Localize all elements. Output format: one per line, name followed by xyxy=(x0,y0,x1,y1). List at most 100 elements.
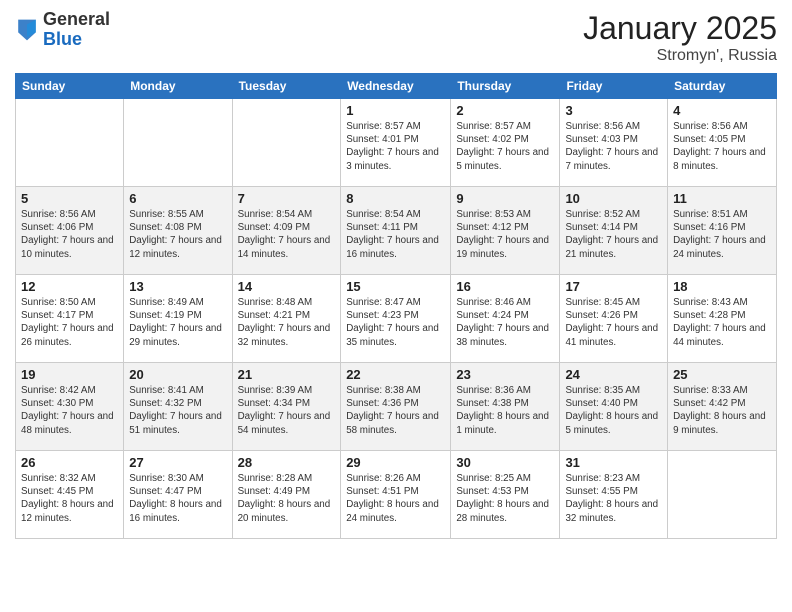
day-info: Sunrise: 8:56 AM Sunset: 4:05 PM Dayligh… xyxy=(673,120,771,173)
header-tuesday: Tuesday xyxy=(232,74,341,99)
day-number: 11 xyxy=(673,191,771,206)
table-cell xyxy=(232,99,341,187)
table-cell: 3 Sunrise: 8:56 AM Sunset: 4:03 PM Daylig… xyxy=(560,99,668,187)
day-number: 12 xyxy=(21,279,118,294)
week-row-4: 19Sunrise: 8:42 AM Sunset: 4:30 PM Dayli… xyxy=(16,363,777,451)
table-cell: 26 Sunrise: 8:32 AM Sunset: 4:45 PM Dayli… xyxy=(16,451,124,539)
table-cell xyxy=(16,99,124,187)
location-subtitle: Stromyn', Russia xyxy=(583,47,777,65)
logo-icon xyxy=(15,16,39,44)
table-cell: 16Sunrise: 8:46 AM Sunset: 4:24 PM Dayli… xyxy=(451,275,560,363)
day-info: Sunrise: 8:50 AM Sunset: 4:17 PM Dayligh… xyxy=(21,296,118,349)
day-info: Sunrise: 8:49 AM Sunset: 4:19 PM Dayligh… xyxy=(129,296,226,349)
table-cell: 17 Sunrise: 8:45 AM Sunset: 4:26 PM Dayli… xyxy=(560,275,668,363)
day-info: Sunrise: 8:23 AM Sunset: 4:55 PM Dayligh… xyxy=(565,472,662,525)
title-block: January 2025 Stromyn', Russia xyxy=(583,10,777,65)
day-number: 27 xyxy=(129,455,226,470)
table-cell: 9 Sunrise: 8:53 AM Sunset: 4:12 PM Daylig… xyxy=(451,187,560,275)
calendar-header-row: Sunday Monday Tuesday Wednesday Thursday… xyxy=(16,74,777,99)
header-monday: Monday xyxy=(124,74,232,99)
day-number: 29 xyxy=(346,455,445,470)
day-number: 10 xyxy=(565,191,662,206)
calendar-table: Sunday Monday Tuesday Wednesday Thursday… xyxy=(15,73,777,539)
day-number: 20 xyxy=(129,367,226,382)
day-info: Sunrise: 8:45 AM Sunset: 4:26 PM Dayligh… xyxy=(565,296,662,349)
week-row-2: 5 Sunrise: 8:56 AM Sunset: 4:06 PM Daylig… xyxy=(16,187,777,275)
week-row-1: 1Sunrise: 8:57 AM Sunset: 4:01 PM Daylig… xyxy=(16,99,777,187)
table-cell: 18Sunrise: 8:43 AM Sunset: 4:28 PM Dayli… xyxy=(668,275,777,363)
day-info: Sunrise: 8:25 AM Sunset: 4:53 PM Dayligh… xyxy=(456,472,554,525)
day-info: Sunrise: 8:54 AM Sunset: 4:09 PM Dayligh… xyxy=(238,208,336,261)
day-info: Sunrise: 8:36 AM Sunset: 4:38 PM Dayligh… xyxy=(456,384,554,437)
day-number: 6 xyxy=(129,191,226,206)
day-info: Sunrise: 8:46 AM Sunset: 4:24 PM Dayligh… xyxy=(456,296,554,349)
day-number: 7 xyxy=(238,191,336,206)
header-thursday: Thursday xyxy=(451,74,560,99)
table-cell: 10 Sunrise: 8:52 AM Sunset: 4:14 PM Dayli… xyxy=(560,187,668,275)
day-info: Sunrise: 8:32 AM Sunset: 4:45 PM Dayligh… xyxy=(21,472,118,525)
table-cell: 28 Sunrise: 8:28 AM Sunset: 4:49 PM Dayli… xyxy=(232,451,341,539)
week-row-5: 26 Sunrise: 8:32 AM Sunset: 4:45 PM Dayli… xyxy=(16,451,777,539)
table-cell: 20Sunrise: 8:41 AM Sunset: 4:32 PM Dayli… xyxy=(124,363,232,451)
table-cell: 6Sunrise: 8:55 AM Sunset: 4:08 PM Daylig… xyxy=(124,187,232,275)
day-info: Sunrise: 8:57 AM Sunset: 4:01 PM Dayligh… xyxy=(346,120,445,173)
table-cell: 1Sunrise: 8:57 AM Sunset: 4:01 PM Daylig… xyxy=(341,99,451,187)
header: General Blue January 2025 Stromyn', Russ… xyxy=(15,10,777,65)
logo: General Blue xyxy=(15,10,110,50)
day-info: Sunrise: 8:52 AM Sunset: 4:14 PM Dayligh… xyxy=(565,208,662,261)
day-info: Sunrise: 8:51 AM Sunset: 4:16 PM Dayligh… xyxy=(673,208,771,261)
logo-blue-text: Blue xyxy=(43,29,82,49)
day-number: 2 xyxy=(456,103,554,118)
day-number: 23 xyxy=(456,367,554,382)
day-number: 19 xyxy=(21,367,118,382)
table-cell: 8 Sunrise: 8:54 AM Sunset: 4:11 PM Daylig… xyxy=(341,187,451,275)
day-info: Sunrise: 8:33 AM Sunset: 4:42 PM Dayligh… xyxy=(673,384,771,437)
table-cell: 25 Sunrise: 8:33 AM Sunset: 4:42 PM Dayli… xyxy=(668,363,777,451)
day-info: Sunrise: 8:57 AM Sunset: 4:02 PM Dayligh… xyxy=(456,120,554,173)
day-number: 17 xyxy=(565,279,662,294)
day-number: 25 xyxy=(673,367,771,382)
day-number: 8 xyxy=(346,191,445,206)
day-info: Sunrise: 8:38 AM Sunset: 4:36 PM Dayligh… xyxy=(346,384,445,437)
day-info: Sunrise: 8:56 AM Sunset: 4:03 PM Dayligh… xyxy=(565,120,662,173)
day-number: 9 xyxy=(456,191,554,206)
table-cell: 2 Sunrise: 8:57 AM Sunset: 4:02 PM Daylig… xyxy=(451,99,560,187)
page-container: General Blue January 2025 Stromyn', Russ… xyxy=(0,0,792,612)
week-row-3: 12 Sunrise: 8:50 AM Sunset: 4:17 PM Dayli… xyxy=(16,275,777,363)
day-number: 24 xyxy=(565,367,662,382)
day-info: Sunrise: 8:26 AM Sunset: 4:51 PM Dayligh… xyxy=(346,472,445,525)
day-number: 31 xyxy=(565,455,662,470)
header-saturday: Saturday xyxy=(668,74,777,99)
day-number: 30 xyxy=(456,455,554,470)
day-info: Sunrise: 8:28 AM Sunset: 4:49 PM Dayligh… xyxy=(238,472,336,525)
day-info: Sunrise: 8:53 AM Sunset: 4:12 PM Dayligh… xyxy=(456,208,554,261)
day-info: Sunrise: 8:43 AM Sunset: 4:28 PM Dayligh… xyxy=(673,296,771,349)
day-info: Sunrise: 8:56 AM Sunset: 4:06 PM Dayligh… xyxy=(21,208,118,261)
day-number: 5 xyxy=(21,191,118,206)
day-number: 26 xyxy=(21,455,118,470)
day-info: Sunrise: 8:47 AM Sunset: 4:23 PM Dayligh… xyxy=(346,296,445,349)
table-cell: 21 Sunrise: 8:39 AM Sunset: 4:34 PM Dayli… xyxy=(232,363,341,451)
logo-general-text: General xyxy=(43,9,110,29)
day-number: 28 xyxy=(238,455,336,470)
header-wednesday: Wednesday xyxy=(341,74,451,99)
day-info: Sunrise: 8:30 AM Sunset: 4:47 PM Dayligh… xyxy=(129,472,226,525)
table-cell xyxy=(124,99,232,187)
day-number: 14 xyxy=(238,279,336,294)
table-cell: 19Sunrise: 8:42 AM Sunset: 4:30 PM Dayli… xyxy=(16,363,124,451)
day-number: 3 xyxy=(565,103,662,118)
table-cell: 14Sunrise: 8:48 AM Sunset: 4:21 PM Dayli… xyxy=(232,275,341,363)
day-info: Sunrise: 8:39 AM Sunset: 4:34 PM Dayligh… xyxy=(238,384,336,437)
day-number: 13 xyxy=(129,279,226,294)
table-cell: 27 Sunrise: 8:30 AM Sunset: 4:47 PM Dayli… xyxy=(124,451,232,539)
table-cell xyxy=(668,451,777,539)
table-cell: 15 Sunrise: 8:47 AM Sunset: 4:23 PM Dayli… xyxy=(341,275,451,363)
table-cell: 12 Sunrise: 8:50 AM Sunset: 4:17 PM Dayli… xyxy=(16,275,124,363)
day-info: Sunrise: 8:54 AM Sunset: 4:11 PM Dayligh… xyxy=(346,208,445,261)
table-cell: 30 Sunrise: 8:25 AM Sunset: 4:53 PM Dayli… xyxy=(451,451,560,539)
day-number: 21 xyxy=(238,367,336,382)
table-cell: 23 Sunrise: 8:36 AM Sunset: 4:38 PM Dayli… xyxy=(451,363,560,451)
header-friday: Friday xyxy=(560,74,668,99)
table-cell: 29 Sunrise: 8:26 AM Sunset: 4:51 PM Dayli… xyxy=(341,451,451,539)
day-number: 15 xyxy=(346,279,445,294)
